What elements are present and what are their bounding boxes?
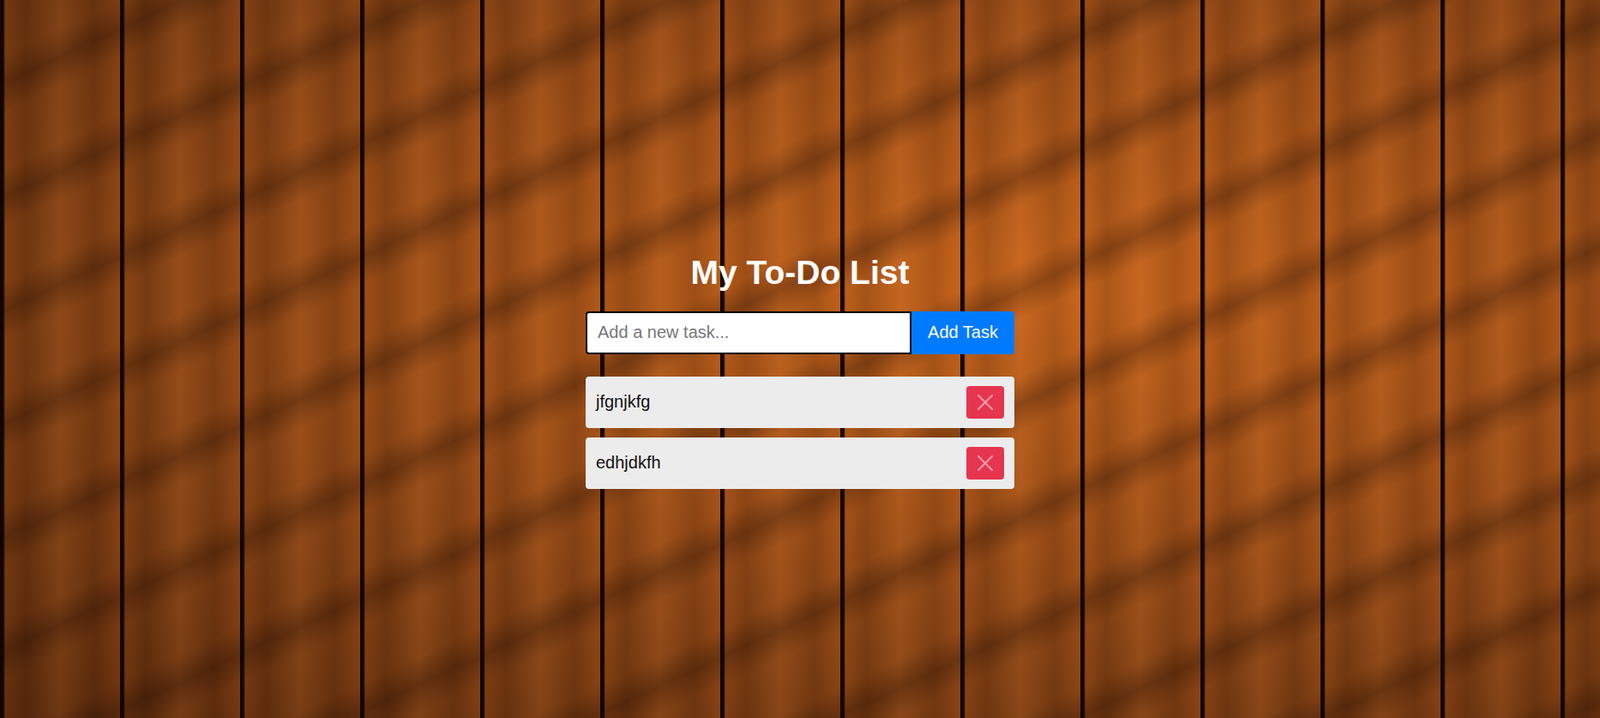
todo-app: My To-Do List Add Task jfgnjkfg edhjdkfh xyxy=(585,253,1015,489)
page: My To-Do List Add Task jfgnjkfg edhjdkfh xyxy=(0,0,1600,489)
task-item: jfgnjkfg xyxy=(585,376,1015,428)
task-form: Add Task xyxy=(585,311,1015,355)
close-icon xyxy=(975,453,995,473)
task-item: edhjdkfh xyxy=(585,437,1015,489)
delete-button[interactable] xyxy=(966,385,1005,419)
delete-button[interactable] xyxy=(966,446,1005,480)
task-text: edhjdkfh xyxy=(595,452,662,473)
add-task-button[interactable]: Add Task xyxy=(911,311,1015,355)
task-list: jfgnjkfg edhjdkfh xyxy=(585,376,1015,489)
task-text: jfgnjkfg xyxy=(595,391,650,412)
app-title: My To-Do List xyxy=(585,253,1015,293)
task-input[interactable] xyxy=(585,311,912,355)
close-icon xyxy=(975,392,995,412)
